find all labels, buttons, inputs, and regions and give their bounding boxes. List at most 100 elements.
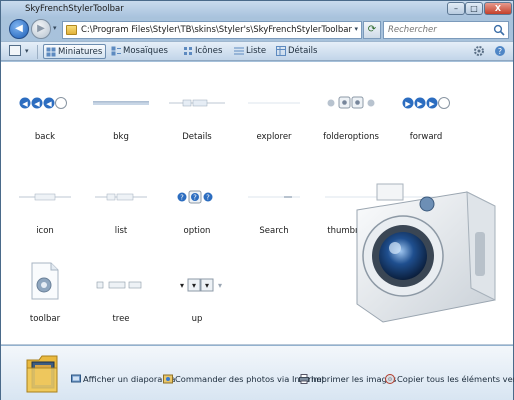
view-list-label: Liste: [246, 46, 267, 56]
address-dropdown-icon[interactable]: ▾: [354, 25, 358, 33]
window-title: SkyFrenchStylerToolbar: [25, 4, 124, 14]
view-thumbnails-label: Miniatures: [58, 47, 103, 57]
svg-text:▶: ▶: [417, 100, 423, 108]
view-tiles-button[interactable]: Mosaïques: [109, 44, 168, 59]
layout-dropdown-icon[interactable]: ▾: [25, 47, 29, 55]
file-item-details[interactable]: Details: [159, 72, 235, 162]
tree-strip-icon: [96, 281, 142, 289]
file-item-forward[interactable]: ▶ ▶ ▶ forward: [388, 72, 464, 162]
view-icons-label: Icônes: [195, 46, 223, 56]
command-toolbar: ▾ Miniatures Mosaïques Icônes Liste Déta…: [1, 41, 513, 61]
task-copy-to-cd[interactable]: Copier tous les éléments vers le C: [385, 374, 514, 384]
file-view[interactable]: ◀ ◀ ◀ back bkg Details explorer folderopti…: [1, 62, 513, 345]
order-photos-icon: [163, 374, 173, 384]
file-name: explorer: [256, 132, 292, 142]
task-label: Imprimer les images: [311, 374, 397, 384]
task-slideshow[interactable]: Afficher un diaporama: [71, 374, 176, 384]
folder-options-icon: [327, 96, 375, 109]
up-arrows-icon: ▾ ▾ ▾ ▾: [180, 278, 222, 292]
thumbnails-view-icon: [46, 47, 56, 57]
svg-text:◀: ◀: [34, 100, 40, 108]
view-list-button[interactable]: Liste: [232, 44, 266, 59]
details-view-icon: [276, 46, 286, 56]
minimize-button[interactable]: –: [447, 2, 465, 15]
svg-text:▶: ▶: [429, 100, 435, 108]
explorer-window: SkyFrenchStylerToolbar – □ X ◀ ▶ ▾ C:\Pr…: [0, 0, 514, 400]
file-name: bkg: [113, 132, 129, 142]
svg-text:▾: ▾: [192, 281, 196, 290]
file-item-list[interactable]: list: [83, 166, 159, 256]
file-item-explorer[interactable]: explorer: [236, 72, 312, 162]
view-tiles-label: Mosaïques: [123, 46, 168, 56]
svg-text:◀: ◀: [46, 100, 52, 108]
file-name: Search: [259, 226, 289, 236]
icons-view-icon: [184, 47, 192, 55]
explorer-strip-icon: [248, 102, 300, 104]
file-item-folderoptions[interactable]: folderoptions: [313, 72, 389, 162]
toolbar-separator: [37, 45, 38, 59]
folder-preview-icon: [26, 355, 58, 393]
file-name: icon: [36, 226, 54, 236]
search-box[interactable]: [383, 21, 509, 39]
svg-text:▾: ▾: [205, 281, 209, 290]
task-label: Afficher un diaporama: [83, 374, 176, 384]
svg-text:?: ?: [206, 194, 210, 202]
file-name: toolbar: [29, 314, 61, 324]
close-button[interactable]: X: [484, 2, 512, 15]
svg-text:▾: ▾: [180, 281, 184, 290]
help-icon[interactable]: ?: [494, 45, 506, 57]
file-item-tree[interactable]: tree: [83, 254, 159, 344]
svg-text:▾: ▾: [218, 281, 222, 290]
view-icons-button[interactable]: Icônes: [181, 44, 222, 59]
file-name: tree: [112, 314, 130, 324]
recent-pages-dropdown[interactable]: ▾: [53, 24, 57, 32]
view-details-label: Détails: [288, 46, 318, 56]
file-name: folderoptions: [323, 132, 379, 142]
file-item-icon[interactable]: icon: [7, 166, 83, 256]
forward-arrow-icon: ▶: [37, 23, 45, 34]
details-pane: Afficher un diaporama Commander des phot…: [1, 346, 514, 400]
refresh-icon: ⟳: [367, 24, 377, 35]
file-item-option[interactable]: ??? option: [159, 166, 235, 256]
file-item-toolbar[interactable]: toolbar: [7, 254, 83, 344]
file-name: Details: [182, 132, 212, 142]
option-question-icon: ???: [177, 190, 213, 204]
view-thumbnails-button[interactable]: Miniatures: [43, 44, 107, 59]
folder-icon: [66, 25, 77, 35]
copy-cd-icon: [385, 374, 395, 384]
background-bar-icon: [93, 101, 149, 105]
back-button[interactable]: ◀: [9, 19, 29, 39]
svg-text:◀: ◀: [22, 100, 28, 108]
view-details-button[interactable]: Détails: [274, 44, 317, 59]
gear-document-icon: [31, 262, 59, 300]
file-item-back[interactable]: ◀ ◀ ◀ back: [7, 72, 83, 162]
search-strip-icon: [248, 196, 300, 198]
task-print-images[interactable]: Imprimer les images: [299, 374, 396, 384]
maximize-button[interactable]: □: [465, 2, 483, 15]
camera-icon: [356, 183, 496, 323]
file-item-search[interactable]: Search: [236, 166, 312, 256]
file-item-bkg[interactable]: bkg: [83, 72, 159, 162]
address-bar[interactable]: C:\Program Files\Styler\TB\skins\Styler'…: [62, 21, 362, 39]
printer-icon: [299, 374, 309, 384]
tiles-view-icon: [111, 46, 121, 56]
forward-nav-icon: ▶ ▶ ▶: [402, 97, 450, 109]
list-strip-icon: [95, 193, 147, 201]
forward-button[interactable]: ▶: [31, 19, 51, 39]
address-row: ◀ ▶ ▾ C:\Program Files\Styler\TB\skins\S…: [1, 17, 513, 41]
task-label: Copier tous les éléments vers le C: [397, 374, 514, 384]
back-nav-icon: ◀ ◀ ◀: [19, 97, 67, 109]
address-path: C:\Program Files\Styler\TB\skins\Styler'…: [81, 25, 352, 35]
file-name: forward: [409, 132, 443, 142]
layout-icon[interactable]: [9, 45, 21, 56]
file-name: list: [114, 226, 128, 236]
file-item-up[interactable]: ▾ ▾ ▾ ▾ up: [159, 254, 235, 344]
view-settings-icon[interactable]: [473, 45, 485, 57]
search-icon[interactable]: [493, 24, 505, 36]
title-bar[interactable]: SkyFrenchStylerToolbar – □ X: [1, 1, 513, 17]
svg-text:▶: ▶: [405, 100, 411, 108]
list-view-icon: [234, 47, 244, 55]
refresh-button[interactable]: ⟳: [363, 21, 381, 39]
search-input[interactable]: [388, 25, 488, 35]
file-name: option: [183, 226, 211, 236]
